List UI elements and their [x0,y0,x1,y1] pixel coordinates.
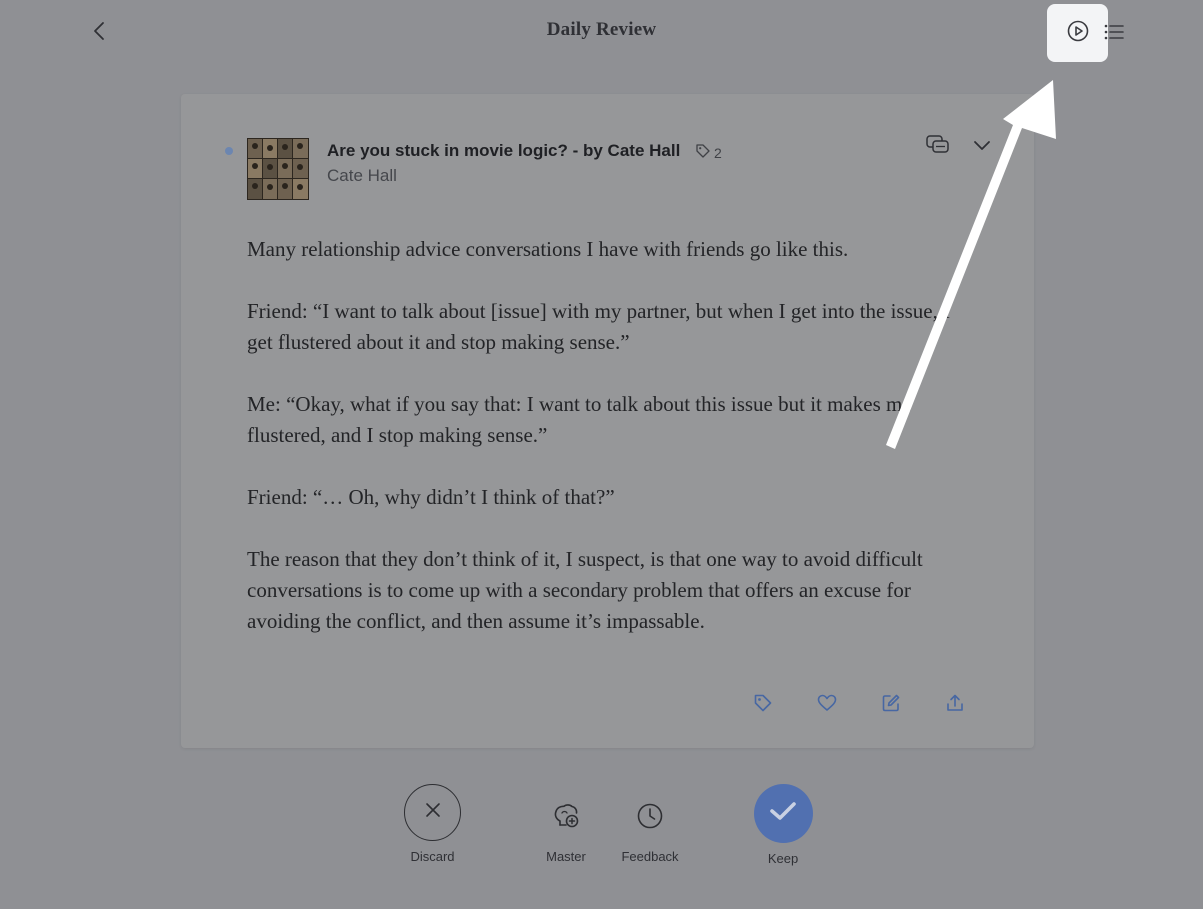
chevron-down-icon [973,138,991,156]
master-icon-wrap [537,795,595,841]
discard-circle [404,784,461,841]
tag-count-value: 2 [714,144,722,161]
like-button[interactable] [814,692,840,718]
tag-count[interactable]: 2 [695,143,722,162]
edit-button[interactable] [878,692,904,718]
feedback-icon-wrap [621,795,679,841]
document-title[interactable]: Are you stuck in movie logic? - by Cate … [327,141,680,161]
heart-icon [817,694,837,717]
close-icon [424,801,442,824]
paragraph: Many relationship advice conversations I… [247,237,849,261]
list-icon [1103,22,1125,47]
feedback-button[interactable]: Feedback [615,795,685,864]
document-thumbnail[interactable] [247,138,309,200]
paragraph: The reason that they don’t think of it, … [247,547,923,633]
checkmark-icon [768,799,798,828]
paragraph: Friend: “I want to talk about [issue] wi… [247,299,951,354]
share-icon [945,693,965,718]
document-content: Many relationship advice conversations I… [247,234,987,668]
keep-circle [753,784,813,843]
list-button[interactable] [1102,22,1126,46]
discard-label: Discard [410,849,455,864]
master-label: Master [546,849,586,864]
master-button[interactable]: Master [536,795,596,864]
feedback-label: Feedback [621,849,679,864]
tag-icon [695,143,711,162]
brain-plus-icon [551,801,581,836]
edit-icon [881,693,901,718]
clock-icon [636,802,664,835]
expand-button[interactable] [969,134,995,160]
paragraph: Me: “Okay, what if you say that: I want … [247,392,912,447]
unread-dot [225,147,233,155]
discard-button[interactable]: Discard [398,784,467,864]
document-author: Cate Hall [327,166,397,185]
share-button[interactable] [942,692,968,718]
play-circle-icon [1066,19,1090,48]
page-title: Daily Review [546,19,657,40]
play-button[interactable] [1065,20,1091,46]
paragraph: Friend: “… Oh, why didn’t I think of tha… [247,485,615,509]
keep-label: Keep [767,851,799,866]
notes-button[interactable] [923,134,953,160]
tag-icon [753,693,773,718]
keep-button[interactable]: Keep [750,784,816,866]
chat-bubbles-icon [925,134,951,161]
tag-action-button[interactable] [750,692,776,718]
